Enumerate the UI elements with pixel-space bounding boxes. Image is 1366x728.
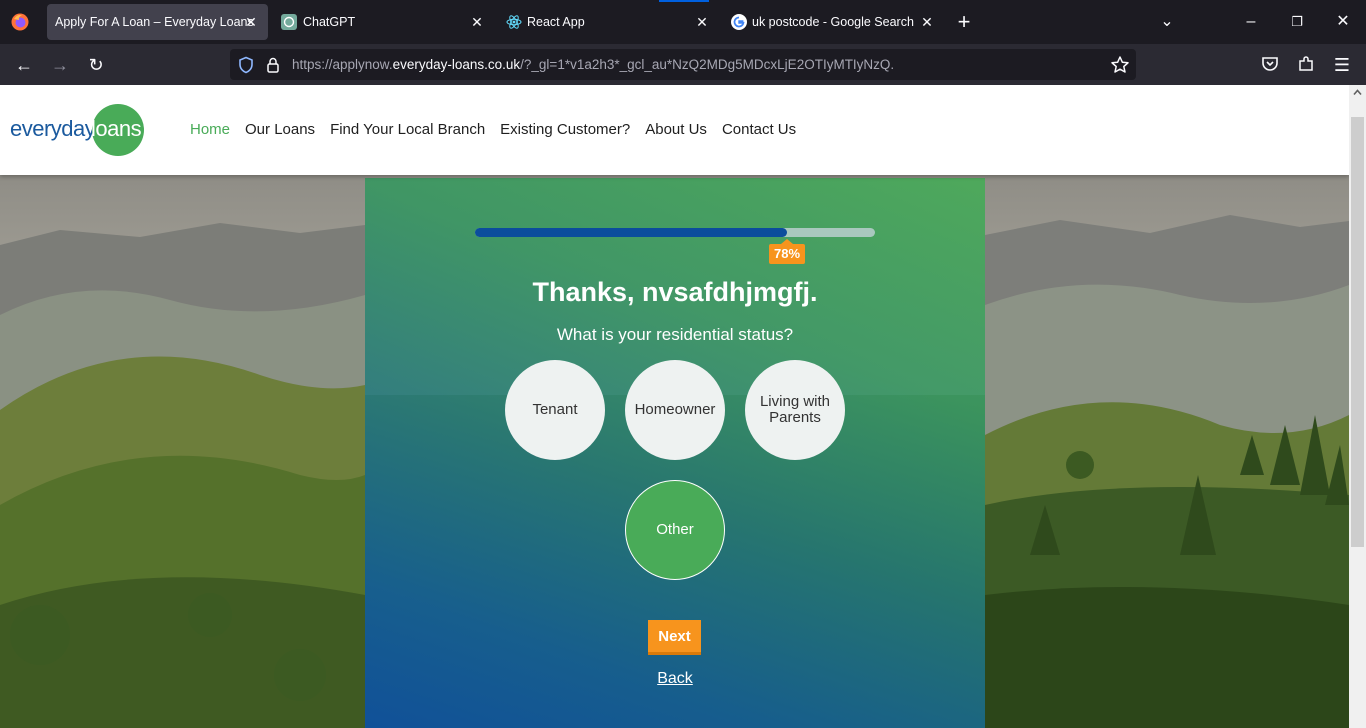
nav-about-us[interactable]: About Us [645, 121, 707, 138]
tab-apply-for-a-loan[interactable]: Apply For A Loan – Everyday Loans ✕ [47, 4, 268, 40]
scrollbar-thumb[interactable] [1351, 117, 1364, 547]
scroll-up-arrow-icon[interactable] [1353, 88, 1362, 97]
back-link-text[interactable]: Back [657, 670, 693, 687]
tab-react-app[interactable]: React App ✕ [496, 4, 720, 40]
react-icon [506, 15, 522, 29]
close-window-icon[interactable]: ✕ [1332, 11, 1354, 33]
option-tenant[interactable]: Tenant [505, 360, 605, 460]
close-tab-icon[interactable]: ✕ [468, 13, 486, 31]
forward-arrow-icon[interactable]: → [48, 53, 72, 77]
close-tab-icon[interactable]: ✕ [242, 13, 260, 31]
site-header: everyday loans Home Our Loans Find Your … [0, 85, 1349, 175]
url-domain: everyday-loans.co.uk [392, 57, 521, 72]
tab-google-search[interactable]: uk postcode - Google Search ✕ [721, 4, 945, 40]
page-scrollbar[interactable] [1349, 85, 1366, 728]
nav-our-loans[interactable]: Our Loans [245, 121, 315, 138]
tab-loading-indicator [659, 0, 709, 2]
option-other[interactable]: Other [625, 480, 725, 580]
reload-icon[interactable]: ↻ [84, 53, 108, 77]
google-icon [731, 14, 747, 30]
browser-navigation-bar: ← → ↻ https://applynow.everyday-loans.co… [0, 44, 1366, 85]
url-text[interactable]: https://applynow.everyday-loans.co.uk/?_… [292, 57, 894, 72]
extensions-icon[interactable] [1297, 55, 1315, 73]
firefox-icon[interactable] [11, 13, 29, 31]
nav-find-local-branch[interactable]: Find Your Local Branch [330, 121, 485, 138]
nav-home[interactable]: Home [190, 121, 230, 138]
progress-percent-badge: 78% [769, 239, 805, 264]
pocket-icon[interactable] [1261, 55, 1279, 73]
menu-hamburger-icon[interactable]: ☰ [1330, 53, 1354, 77]
back-link: Back [365, 670, 985, 688]
close-tab-icon[interactable]: ✕ [693, 13, 711, 31]
lock-icon[interactable] [264, 56, 282, 74]
tracking-protection-shield-icon[interactable] [237, 56, 255, 74]
new-tab-button[interactable]: + [953, 11, 975, 33]
web-page: everyday loans Home Our Loans Find Your … [0, 85, 1349, 728]
everyday-loans-logo[interactable]: everyday loans [10, 104, 144, 156]
tab-title: Apply For A Loan – Everyday Loans [55, 15, 254, 29]
tab-title: ChatGPT [303, 15, 356, 29]
chatgpt-icon [281, 14, 297, 30]
residential-status-question: What is your residential status? [556, 325, 794, 344]
main-navigation: Home Our Loans Find Your Local Branch Ex… [190, 121, 796, 138]
close-tab-icon[interactable]: ✕ [918, 13, 936, 31]
minimize-icon[interactable]: – [1240, 11, 1262, 33]
logo-word-loans: loans [91, 116, 142, 141]
browser-tab-strip: Apply For A Loan – Everyday Loans ✕ Chat… [0, 0, 1366, 44]
list-all-tabs-icon[interactable]: ⌄ [1156, 11, 1178, 33]
option-homeowner[interactable]: Homeowner [625, 360, 725, 460]
application-progress-bar [475, 228, 875, 237]
next-button[interactable]: Next [648, 620, 701, 655]
tab-title: React App [527, 15, 585, 29]
back-arrow-icon[interactable]: ← [12, 53, 36, 77]
tab-title: uk postcode - Google Search [752, 15, 914, 29]
url-suffix: /?_gl=1*v1a2h3*_gcl_au*NzQ2MDg5MDcxLjE2O… [520, 57, 895, 72]
greeting-heading: Thanks, nvsafdhjmgfj. [532, 277, 818, 307]
nav-existing-customer[interactable]: Existing Customer? [500, 121, 630, 138]
bookmark-star-icon[interactable] [1110, 55, 1130, 75]
loan-application-card: 78% Thanks, nvsafdhjmgfj. What is your r… [365, 178, 985, 728]
tab-chatgpt[interactable]: ChatGPT ✕ [271, 4, 495, 40]
logo-word-everyday: everyday [10, 116, 96, 141]
option-living-with-parents[interactable]: Living with Parents [745, 360, 845, 460]
address-bar[interactable]: https://applynow.everyday-loans.co.uk/?_… [230, 49, 1136, 80]
nav-contact-us[interactable]: Contact Us [722, 121, 796, 138]
restore-icon[interactable]: ❐ [1286, 11, 1308, 33]
url-prefix: https://applynow. [292, 57, 393, 72]
progress-bar-fill [475, 228, 787, 237]
